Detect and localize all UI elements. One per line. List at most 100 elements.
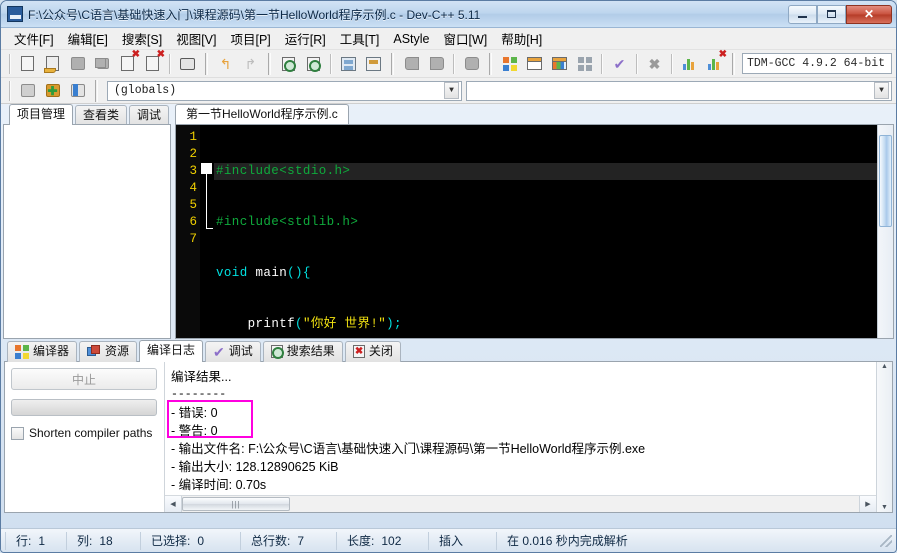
class-browser-toolbar: ✚ (globals) ▼ ▼ [1,78,896,104]
save-all-icon[interactable] [91,52,114,75]
redo-icon[interactable]: ↱ [239,52,262,75]
add-to-project-icon[interactable]: ✚ [41,79,64,102]
code-line-3: void main(){ [214,265,877,282]
tab-debug-log[interactable]: ✔ 调试 [205,341,261,362]
tab-close-log[interactable]: ✖ 关闭 [344,341,401,362]
open-file-icon[interactable] [41,52,64,75]
log-hscroll-track[interactable]: ||| [182,496,859,512]
tab-resources[interactable]: 资源 [79,341,138,362]
forward-icon[interactable] [425,52,448,75]
menu-edit[interactable]: 编辑[E] [61,27,115,50]
tab-compiler[interactable]: 编译器 [7,341,78,362]
chevron-down-icon-2[interactable]: ▼ [874,82,889,99]
scroll-right-icon[interactable]: ▶ [859,496,876,512]
log-hscroll-thumb[interactable]: ||| [182,497,290,511]
menu-tools[interactable]: 工具[T] [333,27,387,50]
back-icon[interactable] [400,52,423,75]
log-divider: -------- [171,388,227,401]
editor-tab-file[interactable]: 第一节HelloWorld程序示例.c [175,104,349,125]
tab-debug[interactable]: 调试 [129,105,169,125]
left-panel: 项目管理 查看类 调试 [3,104,171,339]
tab-compile-log-label: 编译日志 [147,343,196,357]
chevron-down-icon[interactable]: ▼ [444,82,459,99]
resize-grip-icon[interactable] [880,534,892,547]
code-editor[interactable]: 1 2 3 4 5 6 7 #include<stdio.h> #include… [175,124,894,339]
fold-toggle-icon[interactable] [201,163,212,174]
syntax-check-icon[interactable]: ✔ [608,52,631,75]
status-length-label: 长度: [347,534,375,548]
code-content[interactable]: #include<stdio.h> #include<stdlib.h> voi… [214,125,877,338]
scope-select[interactable]: (globals) ▼ [107,80,462,101]
toggle-bookmark-icon[interactable] [362,52,385,75]
menu-view[interactable]: 视图[V] [169,27,223,50]
menu-search[interactable]: 搜索[S] [115,27,169,50]
minimize-button[interactable] [788,4,817,24]
new-project-icon[interactable] [16,79,39,102]
fold-range-line [206,174,207,228]
status-length-value: 102 [381,533,402,548]
compile-icon[interactable] [498,52,521,75]
line-number: 5 [189,198,197,212]
close-button[interactable]: ✕ [846,4,892,24]
status-row-label: 行: [16,534,32,548]
line-number: 1 [189,130,197,144]
bottom-panel-tabs: 编译器 资源 编译日志 ✔ 调试 搜索结果 ✖ 关闭 [1,339,896,362]
line-number-gutter: 1 2 3 4 5 6 7 [176,125,200,338]
shorten-paths-row[interactable]: Shorten compiler paths [11,426,158,440]
indent-icon[interactable] [460,52,483,75]
menu-project[interactable]: 项目[P] [223,27,277,50]
status-insert-mode: 插入 [429,531,497,550]
scope-select-value: (globals) [114,84,177,97]
project-tree[interactable] [3,124,171,339]
editor-scrollbar-thumb[interactable] [879,135,892,227]
compiler-select[interactable]: TDM-GCC 4.9.2 64-bit Releas [742,53,892,74]
menu-bar: 文件[F] 编辑[E] 搜索[S] 视图[V] 项目[P] 运行[R] 工具[T… [1,28,896,50]
run-icon[interactable] [523,52,546,75]
dev-cpp-window: F:\公众号\C语言\基础快速入门\课程源码\第一节HelloWorld程序示例… [0,0,897,553]
toolbar-divider-4 [268,52,271,75]
toolbar-divider [9,53,11,74]
project-options-icon[interactable] [66,79,89,102]
new-file-icon[interactable] [16,52,39,75]
find-icon[interactable] [277,52,300,75]
menu-file[interactable]: 文件[F] [7,27,61,50]
stop-execution-icon[interactable]: ✖ [643,52,666,75]
tab-project-manager[interactable]: 项目管理 [9,104,73,125]
maximize-button[interactable] [817,4,846,24]
profile-icon[interactable] [678,52,701,75]
abort-button[interactable]: 中止 [11,368,157,390]
debug-check-icon: ✔ [213,343,225,360]
scroll-left-icon[interactable]: ◀ [165,496,182,512]
toolbar-divider-6 [391,52,394,75]
replace-icon[interactable] [302,52,325,75]
tab-compile-log[interactable]: 编译日志 [139,340,204,362]
editor-tabs: 第一节HelloWorld程序示例.c [175,104,894,125]
menu-run[interactable]: 运行[R] [278,27,333,50]
log-horizontal-scrollbar[interactable]: ◀ ||| ▶ [165,495,876,512]
compile-run-icon[interactable] [548,52,571,75]
close-all-icon[interactable]: ✖ [141,50,165,75]
code-folding-column[interactable] [200,125,214,338]
log-vertical-scrollbar[interactable]: ▲ ▼ [876,362,892,512]
scroll-down-icon[interactable]: ▼ [881,504,888,511]
menu-window[interactable]: 窗口[W] [437,27,495,50]
tab-class-browser[interactable]: 查看类 [75,105,127,125]
tab-search-results[interactable]: 搜索结果 [262,341,343,362]
editor-vertical-scrollbar[interactable] [877,125,893,338]
print-icon[interactable] [176,52,199,75]
scroll-up-icon[interactable]: ▲ [881,363,888,370]
undo-icon[interactable]: ↰ [214,52,237,75]
goto-line-icon[interactable] [337,52,360,75]
close-file-icon[interactable]: ✖ [116,50,140,75]
log-header: 编译结果... [171,370,232,384]
shorten-paths-checkbox[interactable] [11,426,24,440]
menu-help[interactable]: 帮助[H] [494,27,549,50]
save-file-icon[interactable] [66,52,89,75]
log-text[interactable]: 编译结果... -------- - 错误: 0 - 警告: 0 - 输出文件名… [165,362,876,495]
rebuild-icon[interactable] [573,52,596,75]
status-col-value: 18 [99,533,113,548]
menu-astyle[interactable]: AStyle [386,30,436,48]
member-select[interactable]: ▼ [466,80,892,101]
delete-profile-icon[interactable]: ✖ [703,50,727,75]
